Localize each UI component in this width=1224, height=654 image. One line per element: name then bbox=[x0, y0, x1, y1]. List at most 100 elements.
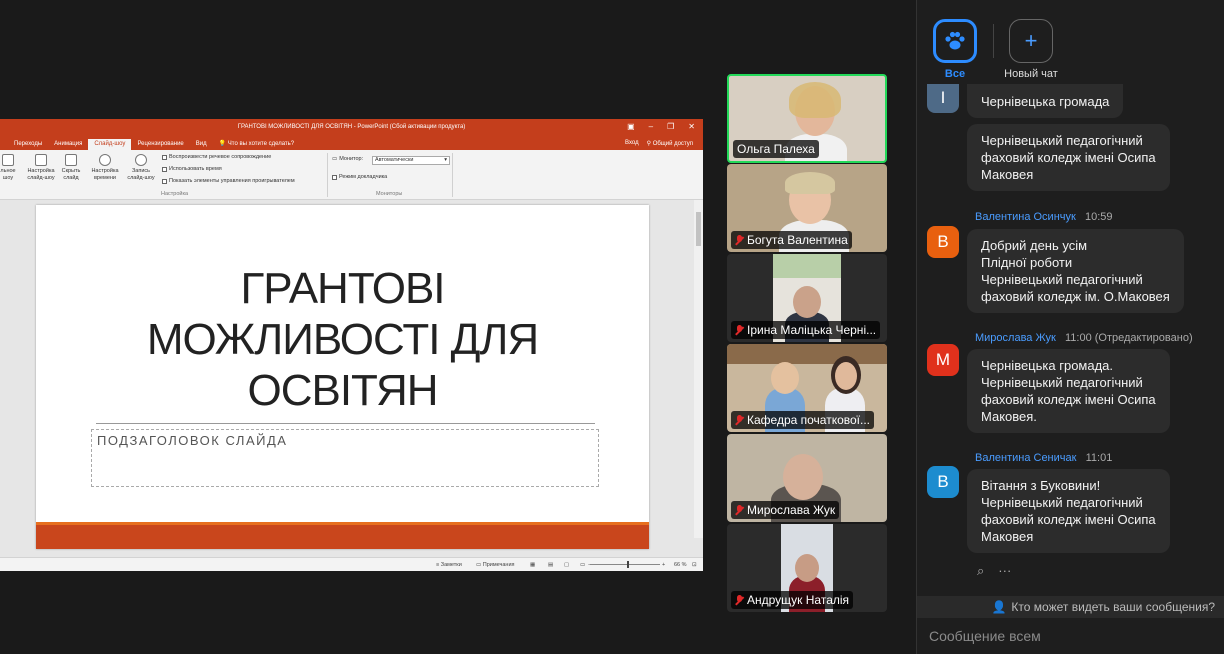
lightbulb-icon: 💡 bbox=[218, 141, 227, 147]
sender-avatar[interactable]: В bbox=[927, 466, 959, 498]
chevron-down-icon: ▾ bbox=[444, 157, 447, 163]
checkbox-box bbox=[332, 174, 337, 180]
header-separator bbox=[993, 24, 994, 58]
ppt-ribbon: льное шоу Настройка слайд-шоу Скрыть сла… bbox=[0, 150, 703, 200]
muted-mic-icon bbox=[735, 324, 744, 336]
close-icon[interactable]: ✕ bbox=[688, 122, 695, 131]
all-chats-label: Все bbox=[944, 68, 966, 80]
tell-me-text: Что вы хотите сделать? bbox=[227, 141, 295, 147]
controls-checkbox[interactable]: Показать элементы управления проигрывате… bbox=[162, 178, 295, 184]
video-tile[interactable]: Кафедра початкової... bbox=[727, 344, 887, 432]
minimize-icon[interactable]: – bbox=[649, 122, 653, 131]
video-tile[interactable]: Ірина Маліцька Черні... bbox=[727, 254, 887, 342]
sender-name[interactable]: Мирослава Жук bbox=[975, 332, 1056, 344]
chat-compose-input[interactable]: Сообщение всем bbox=[929, 628, 1041, 644]
custom-show-label: льное шоу bbox=[0, 168, 16, 181]
zoom-slider-knob[interactable] bbox=[627, 561, 629, 568]
slide-title[interactable]: ГРАНТОВІ МОЖЛИВОСТІ ДЛЯ ОСВІТЯН bbox=[36, 263, 649, 416]
slide-divider bbox=[96, 423, 595, 424]
sender-name[interactable]: Валентина Осинчук bbox=[975, 211, 1076, 223]
slideshow-view-icon[interactable]: ▭ bbox=[580, 562, 585, 568]
participant-name-tag: Ірина Маліцька Черні... bbox=[731, 321, 881, 339]
avatar-initial: І bbox=[940, 88, 946, 107]
tab-review[interactable]: Рецензирование bbox=[131, 139, 189, 150]
signin-link[interactable]: Вход bbox=[625, 140, 639, 147]
group-monitors-label: Мониторы bbox=[376, 191, 403, 197]
chat-message[interactable]: Добрий день усім Плідної роботи Чернівец… bbox=[967, 229, 1184, 313]
comments-button[interactable]: ▭ Примечания bbox=[476, 562, 515, 568]
sender-name[interactable]: Валентина Сеничак bbox=[975, 452, 1076, 464]
ribbon-separator bbox=[452, 153, 453, 197]
normal-view-icon[interactable]: ▦ bbox=[530, 562, 535, 568]
restore-icon[interactable]: ❐ bbox=[667, 122, 674, 131]
sender-avatar[interactable]: В bbox=[927, 226, 959, 258]
muted-mic-icon bbox=[735, 234, 744, 246]
participant-name: Богута Валентина bbox=[747, 233, 848, 247]
participant-hair bbox=[785, 172, 835, 194]
participant-name-tag: Богута Валентина bbox=[731, 231, 852, 249]
zoom-out-icon[interactable]: − bbox=[588, 562, 591, 568]
participant-name: Кафедра початкової... bbox=[747, 413, 871, 427]
tab-animations[interactable]: Анимация bbox=[48, 139, 88, 150]
chat-message[interactable]: Вітання з Буковини! Чернівецький педагог… bbox=[967, 469, 1170, 553]
fit-to-window-icon[interactable]: ⊡ bbox=[692, 562, 697, 568]
reading-view-icon[interactable]: ▢ bbox=[564, 562, 569, 568]
subtitle-placeholder[interactable]: ПОДЗАГОЛОВОК СЛАЙДА bbox=[91, 429, 599, 487]
monitor-select[interactable]: Автоматически ▾ bbox=[372, 156, 450, 165]
tab-view[interactable]: Вид bbox=[190, 139, 213, 150]
timings-label: Использовать время bbox=[169, 166, 222, 172]
custom-show-button[interactable]: льное шоу bbox=[0, 154, 20, 182]
zoom-level[interactable]: 66 % bbox=[674, 562, 687, 568]
narration-checkbox[interactable]: Воспроизвести речевое сопровождение bbox=[162, 154, 271, 160]
participant-name-tag: Мирослава Жук bbox=[731, 501, 840, 519]
participant-face bbox=[835, 362, 857, 390]
sender-avatar[interactable]: М bbox=[927, 344, 959, 376]
checkbox-box bbox=[162, 154, 167, 160]
presenter-view-checkbox[interactable]: Режим докладчика bbox=[332, 174, 387, 180]
tab-transitions[interactable]: Переходы bbox=[8, 139, 48, 150]
scrollbar-thumb[interactable] bbox=[696, 212, 701, 246]
ribbon-display-icon[interactable]: ▣ bbox=[627, 122, 635, 131]
zoom-slider[interactable] bbox=[590, 564, 660, 565]
notes-button[interactable]: ≡ Заметки bbox=[436, 562, 462, 568]
hide-slide-button[interactable]: Скрыть слайд bbox=[58, 154, 84, 182]
sender-avatar[interactable]: І bbox=[927, 84, 959, 113]
tab-slideshow[interactable]: Слайд-шоу bbox=[88, 139, 132, 150]
message-visibility-bar[interactable]: 👤 Кто может видеть ваши сообщения? bbox=[917, 596, 1224, 618]
chat-message[interactable]: Чернівецька громада. Чернівецький педаго… bbox=[967, 349, 1170, 433]
paw-icon bbox=[945, 31, 965, 50]
video-tile[interactable]: Андрущук Наталія bbox=[727, 524, 887, 612]
video-tile[interactable]: Богута Валентина bbox=[727, 164, 887, 252]
more-options-button[interactable]: ··· bbox=[998, 563, 1011, 579]
comment-icon: ▭ bbox=[476, 562, 483, 568]
zoom-in-icon[interactable]: + bbox=[662, 562, 665, 568]
video-tile[interactable]: Мирослава Жук bbox=[727, 434, 887, 522]
setup-slideshow-label: Настройка слайд-шоу bbox=[27, 168, 55, 181]
monitor-row: ▭ Монитор: bbox=[332, 156, 363, 162]
slide[interactable]: ГРАНТОВІ МОЖЛИВОСТІ ДЛЯ ОСВІТЯН ПОДЗАГОЛ… bbox=[36, 205, 649, 549]
participant-face bbox=[771, 362, 799, 394]
visibility-text: Кто может видеть ваши сообщения? bbox=[1011, 600, 1215, 614]
presenter-view-label: Режим докладчика bbox=[339, 174, 388, 180]
shared-screen-powerpoint[interactable]: ГРАНТОВІ МОЖЛИВОСТІ ДЛЯ ОСВІТЯН - PowerP… bbox=[0, 119, 703, 571]
vertical-scrollbar[interactable] bbox=[694, 200, 703, 538]
slide-sorter-icon[interactable]: ▤ bbox=[548, 562, 553, 568]
setup-slideshow-button[interactable]: Настройка слайд-шоу bbox=[22, 154, 60, 182]
timings-checkbox[interactable]: Использовать время bbox=[162, 166, 222, 172]
message-header: Валентина Сеничак 11:01 bbox=[975, 452, 1112, 464]
tell-me-search[interactable]: 💡 Что вы хотите сделать? bbox=[213, 138, 300, 150]
participant-name-tag: Кафедра початкової... bbox=[731, 411, 875, 429]
slide-editing-area: ГРАНТОВІ МОЖЛИВОСТІ ДЛЯ ОСВІТЯН ПОДЗАГОЛ… bbox=[0, 200, 703, 557]
share-button[interactable]: ⚲ Общий доступ bbox=[647, 140, 693, 147]
slide-footer-band bbox=[36, 525, 649, 549]
new-chat-button[interactable]: + bbox=[1009, 19, 1053, 63]
record-slideshow-button[interactable]: Запись слайд-шоу bbox=[122, 154, 160, 182]
chat-message[interactable]: Чернівецька громада bbox=[967, 84, 1124, 118]
video-tile[interactable]: Ольга Палеха bbox=[727, 74, 887, 163]
chat-message[interactable]: Чернівецький педагогічний фаховий коледж… bbox=[967, 124, 1170, 191]
reply-icon[interactable]: ⌕ bbox=[977, 563, 984, 579]
rehearse-timings-button[interactable]: Настройка времени bbox=[86, 154, 124, 182]
setup-slideshow-icon bbox=[35, 154, 47, 166]
record-slideshow-label: Запись слайд-шоу bbox=[127, 168, 155, 181]
all-chats-button[interactable] bbox=[933, 19, 977, 63]
